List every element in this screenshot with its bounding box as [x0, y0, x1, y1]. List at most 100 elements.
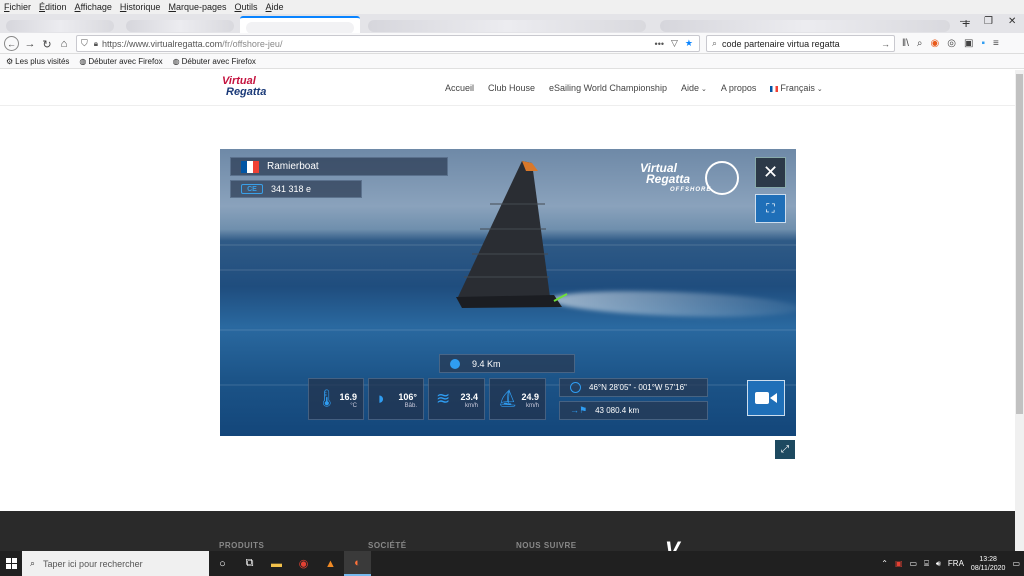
focus-view-button[interactable]: ⛶	[755, 194, 786, 223]
scrollbar-thumb[interactable]	[1016, 74, 1023, 414]
menu-fichier[interactable]: Fichier	[4, 2, 31, 12]
battery-icon[interactable]: ▭	[910, 559, 918, 568]
taskbar-search-placeholder[interactable]: Taper ici pour rechercher	[43, 559, 143, 569]
close-game-button[interactable]: ✕	[755, 157, 786, 188]
file-explorer-button[interactable]: ▬	[263, 551, 290, 576]
camera-button[interactable]	[747, 380, 785, 416]
heading-panel: ◗ 106° Bâb.	[368, 378, 424, 420]
player-name: Ramierboat	[267, 161, 319, 172]
language-indicator[interactable]: FRA	[948, 559, 964, 568]
home-button[interactable]: ⌂	[56, 36, 72, 52]
task-view-icon: ⧉	[245, 557, 254, 569]
nav-club-house[interactable]: Club House	[488, 83, 535, 93]
bookmark-getting-started-1[interactable]: ◍ Débuter avec Firefox	[79, 57, 162, 66]
search-go-icon[interactable]: →	[881, 39, 890, 49]
tab-3[interactable]	[362, 16, 652, 33]
zoom-icon[interactable]: ⌕	[917, 38, 923, 49]
chevron-down-icon: ⌄	[816, 86, 823, 93]
page-actions-icon[interactable]: •••	[655, 39, 664, 49]
search-icon: ⌕	[712, 38, 718, 48]
back-button[interactable]: ←	[4, 36, 19, 51]
url-host[interactable]: https://www.virtualregatta.com	[102, 39, 222, 49]
credits-panel: CE 341 318 e	[230, 180, 362, 198]
close-icon: ✕	[762, 162, 779, 182]
site-footer: PRODUITS SOCIÉTÉ NOUS SUIVRE V	[0, 511, 1015, 551]
position-value: 46°N 28'05" - 001°W 57'16"	[589, 383, 687, 392]
close-window-button[interactable]: ✕	[1008, 16, 1016, 27]
nav-accueil[interactable]: Accueil	[445, 83, 474, 93]
pocket-icon[interactable]: ▽	[671, 38, 678, 49]
tab-active[interactable]	[240, 16, 360, 34]
forward-button[interactable]: →	[22, 36, 38, 52]
taskbar: ⌕ Taper ici pour rechercher ○ ⧉ ▬ ◉ ▲ ◐ …	[0, 551, 1024, 576]
extension-orange-icon[interactable]: ◉	[931, 38, 940, 49]
expand-arrows-icon: ⤢	[781, 444, 789, 455]
credits-value: 341 318 e	[271, 184, 312, 194]
expand-button[interactable]: ⤢	[775, 440, 795, 459]
lock-icon[interactable]: 🔒︎	[94, 39, 98, 49]
nav-aide[interactable]: Aide ⌄	[681, 83, 707, 93]
menu-historique[interactable]: Historique	[120, 2, 161, 12]
distance-icon	[450, 358, 460, 369]
tray-chevron-icon[interactable]: ⌃	[881, 559, 888, 568]
chrome-button[interactable]: ◉	[290, 551, 317, 576]
menu-aide[interactable]: Aide	[266, 2, 284, 12]
nav-esailing[interactable]: eSailing World Championship	[549, 83, 667, 93]
restore-button[interactable]: ❐	[984, 16, 993, 27]
firefox-button[interactable]: ◐	[344, 551, 371, 576]
account-icon[interactable]: ◎	[947, 38, 956, 49]
cortana-button[interactable]: ○	[209, 551, 236, 576]
menu-icon[interactable]: ≡	[993, 38, 999, 49]
shield-icon[interactable]: ⛉	[81, 38, 88, 49]
volume-icon[interactable]: 🔊︎	[936, 559, 941, 569]
extension-blue-icon[interactable]: ▪	[981, 38, 985, 49]
gear-icon: ⚙	[6, 56, 14, 66]
network-icon[interactable]: ⌸	[924, 559, 929, 569]
distance-value: 9.4 Km	[472, 358, 501, 369]
cortana-icon: ○	[219, 557, 226, 570]
url-path[interactable]: /fr/offshore-jeu/	[222, 39, 282, 49]
page-scrollbar[interactable]	[1015, 70, 1024, 551]
remaining-distance-panel: →⚑ 43 080.4 km	[559, 401, 708, 420]
reload-button[interactable]: ↻	[39, 36, 55, 52]
menu-edition[interactable]: Édition	[39, 2, 67, 12]
game-viewport[interactable]: Ramierboat CE 341 318 e Virtual Regatta …	[220, 149, 796, 436]
menu-affichage[interactable]: Affichage	[75, 2, 112, 12]
remaining-distance-value: 43 080.4 km	[595, 406, 640, 415]
nav-language[interactable]: Français ⌄	[770, 83, 823, 93]
taskbar-search[interactable]: ⌕ Taper ici pour rechercher	[22, 551, 209, 576]
sidebar-icon[interactable]: ▣	[964, 38, 973, 49]
menu-bar: Fichier Édition Affichage Historique Mar…	[0, 0, 1024, 14]
wind-icon: ≋	[436, 389, 451, 408]
tab-2[interactable]	[120, 16, 238, 33]
url-bar[interactable]: ⛉ 🔒︎ https://www.virtualregatta.com/fr/o…	[76, 35, 700, 52]
library-icon[interactable]: ‖\	[902, 38, 909, 49]
clock[interactable]: 13:28 08/11/2020	[971, 555, 1006, 573]
tray-app-icon[interactable]: ▣	[895, 559, 903, 568]
task-view-button[interactable]: ⧉	[236, 551, 263, 576]
minimize-button[interactable]: —	[960, 16, 970, 27]
search-icon: ⌕	[30, 558, 36, 568]
footer-produits: PRODUITS	[219, 541, 265, 550]
virtual-regatta-logo[interactable]: Virtual Regatta	[222, 76, 266, 98]
france-flag-icon	[770, 85, 779, 92]
temperature-panel: 🌡︎ 16.9 °C	[308, 378, 364, 420]
start-button[interactable]	[0, 551, 22, 576]
globe-icon	[705, 161, 739, 195]
notifications-icon[interactable]: ▭	[1012, 559, 1020, 568]
menu-outils[interactable]: Outils	[235, 2, 258, 12]
bookmark-most-visited[interactable]: ⚙ Les plus visités	[6, 57, 69, 66]
globe-icon: ◍	[79, 56, 87, 66]
vlc-button[interactable]: ▲	[317, 551, 344, 576]
sailboat-image	[456, 161, 568, 308]
menu-marque-pages[interactable]: Marque-pages	[168, 2, 226, 12]
bookmark-star-icon[interactable]: ★	[685, 38, 693, 49]
focus-frame-icon: ⛶	[766, 201, 775, 215]
search-input[interactable]: code partenaire virtua regatta	[722, 39, 840, 49]
tab-4[interactable]	[654, 16, 954, 33]
search-bar[interactable]: ⌕ code partenaire virtua regatta →	[706, 35, 895, 52]
tab-1[interactable]	[0, 16, 118, 33]
nav-a-propos[interactable]: A propos	[721, 83, 757, 93]
chrome-icon: ◉	[298, 558, 309, 570]
bookmark-getting-started-2[interactable]: ◍ Débuter avec Firefox	[173, 57, 256, 66]
